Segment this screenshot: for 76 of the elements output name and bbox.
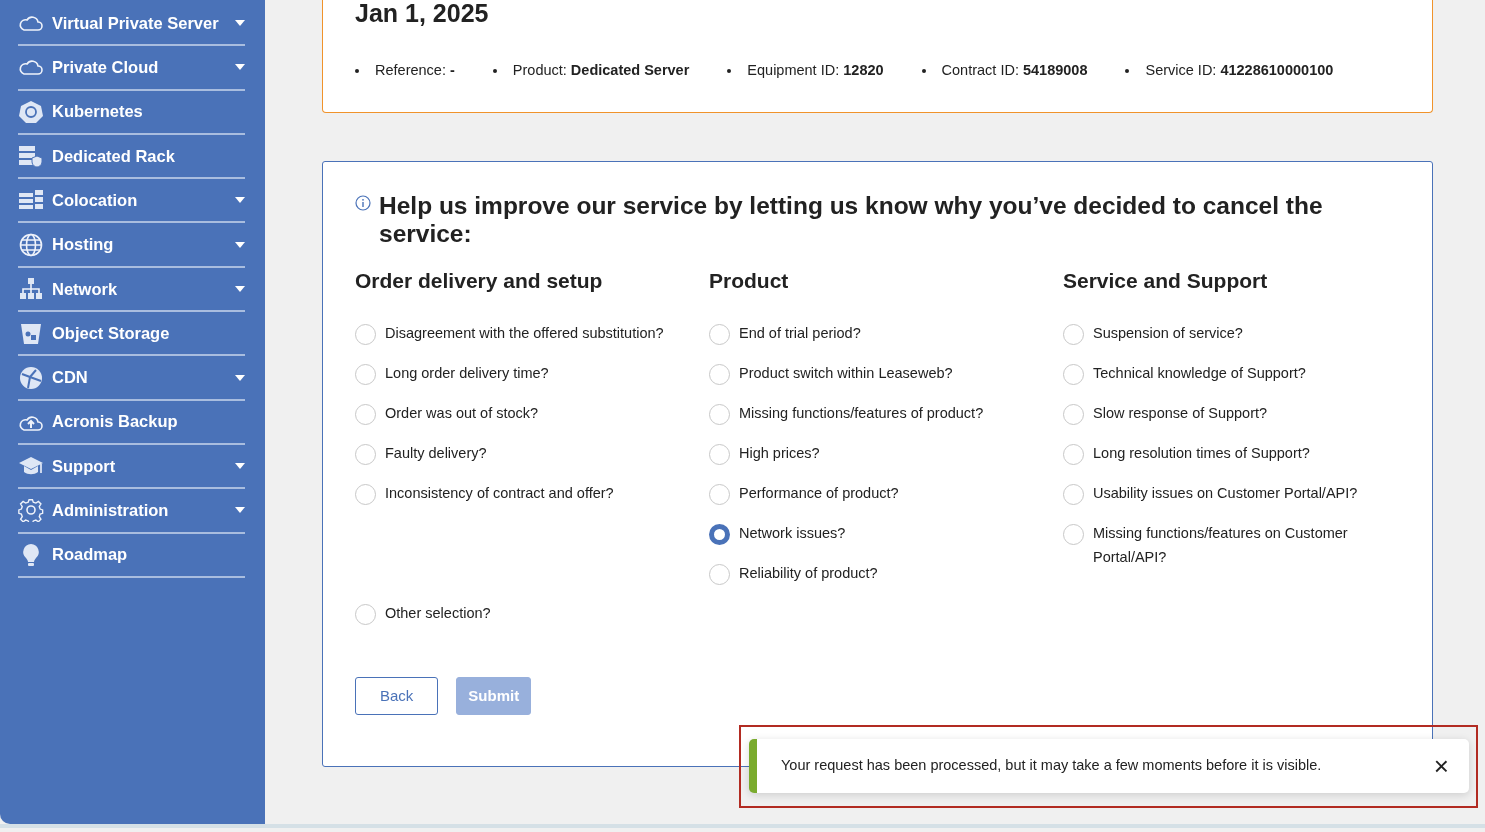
sidebar-item[interactable]: Hosting (18, 223, 245, 268)
radio-option[interactable]: Reliability of product? (709, 561, 1063, 586)
contract-date: Jan 1, 2025 (355, 0, 490, 26)
bucket-icon (18, 321, 44, 346)
column-heading: Order delivery and setup (355, 268, 604, 294)
bullet-icon (355, 68, 359, 73)
radio-option[interactable]: Network issues? (709, 521, 1063, 546)
info-icon (355, 194, 371, 211)
radio-button[interactable] (709, 324, 730, 346)
bullet-icon (921, 68, 926, 73)
radio-button[interactable] (1063, 524, 1084, 546)
sidebar-item[interactable]: Kubernetes (18, 90, 245, 135)
radio-option[interactable]: Usability issues on Customer Portal/API? (1063, 481, 1400, 506)
sidebar-item[interactable]: Colocation (18, 179, 245, 224)
radio-option[interactable]: Suspension of service? (1063, 321, 1400, 346)
radio-option[interactable]: Slow response of Support? (1063, 401, 1400, 426)
sidebar-item[interactable]: Network (18, 267, 245, 313)
radio-option[interactable]: Performance of product? (709, 481, 1063, 506)
sidebar-item[interactable]: Support (18, 444, 245, 490)
radio-button[interactable] (709, 564, 730, 586)
sidebar-item[interactable]: Object Storage (18, 312, 245, 357)
column-heading: Product (709, 268, 790, 294)
radio-button[interactable] (355, 404, 376, 426)
radio-option[interactable]: End of trial period? (709, 321, 1063, 346)
globe-icon (18, 232, 44, 257)
radio-button[interactable] (1063, 484, 1084, 506)
detail-text: Service ID: 41228610000100 (1145, 61, 1334, 80)
radio-option[interactable]: Missing functions/features on Customer Portal/API? (1063, 521, 1400, 570)
detail-text: Reference: - (375, 61, 455, 80)
network-icon (18, 276, 44, 301)
radio-button[interactable] (709, 484, 730, 506)
radio-option[interactable]: Disagreement with the offered substitution? (355, 321, 709, 346)
radio-option[interactable]: Product switch within Leaseweb? (709, 361, 1063, 386)
radio-button[interactable] (709, 524, 730, 546)
radio-option[interactable]: Faulty delivery? (355, 441, 709, 466)
radio-option[interactable]: Long resolution times of Support? (1063, 441, 1400, 466)
radio-option[interactable]: Long order delivery time? (355, 361, 709, 386)
radio-button[interactable] (355, 444, 376, 466)
sidebar-item[interactable]: Private Cloud (18, 46, 245, 91)
radio-button[interactable] (355, 364, 376, 386)
bullet-icon (492, 68, 497, 73)
radio-button[interactable] (1063, 364, 1084, 386)
detail-text: Contract ID: 54189008 (941, 61, 1088, 80)
radio-button[interactable] (709, 404, 730, 426)
radio-option[interactable]: Missing functions/features of product? (709, 401, 1063, 426)
radio-button[interactable] (355, 604, 376, 626)
radio-button[interactable] (709, 364, 730, 386)
toast-message: Your request has been processed, but it may take a few moments before it is visible. (781, 756, 1323, 776)
close-button[interactable]: × (1433, 753, 1449, 779)
radio-button[interactable] (1063, 404, 1084, 426)
radio-button[interactable] (1063, 444, 1084, 466)
radio-option[interactable]: Technical knowledge of Support? (1063, 361, 1400, 386)
sidebar-item[interactable]: Acronis Backup (18, 400, 245, 445)
radio-button[interactable] (355, 324, 376, 346)
radio-button[interactable] (355, 484, 376, 506)
survey-title: Help us improve our service by letting us know why you’ve decided to cancel the service: (379, 191, 1324, 249)
radio-button[interactable] (1063, 324, 1084, 346)
gear-icon (18, 498, 44, 523)
radio-option[interactable]: Inconsistency of contract and offer? (355, 481, 709, 506)
detail-text: Product: Dedicated Server (512, 61, 690, 80)
server-rack-icon (18, 144, 44, 169)
sidebar-item[interactable]: Virtual Private Server (18, 2, 245, 47)
sidebar-item[interactable]: Dedicated Rack (18, 134, 245, 180)
detail-text: Equipment ID: 12820 (747, 61, 884, 80)
back-button[interactable]: Back (355, 677, 439, 716)
radio-option[interactable]: Order was out of stock? (355, 401, 709, 426)
sidebar-item[interactable]: CDN (18, 356, 245, 401)
sidebar-item[interactable]: Administration (18, 489, 245, 534)
sidebar-item[interactable]: Roadmap (18, 533, 245, 578)
radio-button[interactable] (709, 444, 730, 466)
column-heading: Service and Support (1063, 268, 1269, 294)
globe-icon (18, 365, 44, 390)
radio-option[interactable]: Other selection? (355, 601, 1400, 626)
bullet-icon (1125, 68, 1130, 73)
bullet-icon (727, 68, 732, 73)
radio-option[interactable]: High prices? (709, 441, 1063, 466)
